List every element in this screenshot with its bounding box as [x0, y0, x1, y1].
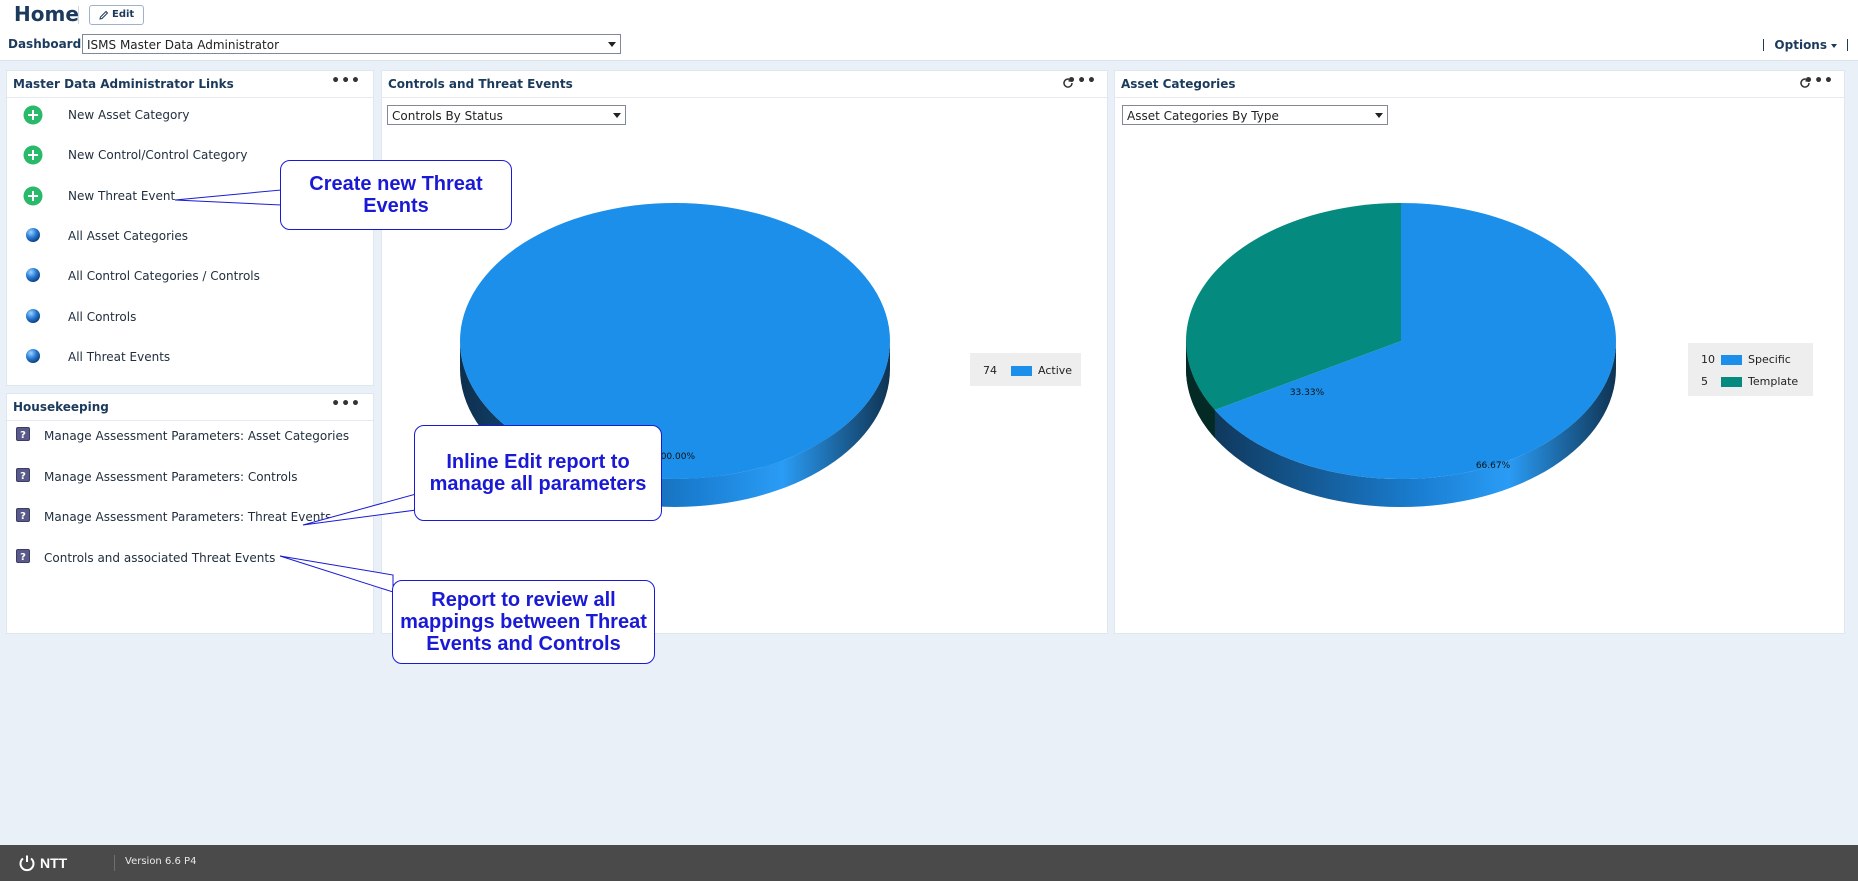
- top-bar: Home Edit Dashboard: ISMS Master Data Ad…: [0, 0, 1858, 61]
- assets-panel-menu-icon[interactable]: •••: [1804, 73, 1834, 89]
- links-panel-menu-icon[interactable]: •••: [331, 73, 361, 89]
- add-icon: [23, 186, 43, 206]
- controls-panel-menu-icon[interactable]: •••: [1067, 73, 1097, 89]
- footer-divider: [114, 855, 115, 871]
- options-menu[interactable]: Options: [1763, 38, 1848, 52]
- link-label[interactable]: New Threat Event: [68, 189, 175, 203]
- options-right-divider: [1847, 39, 1848, 51]
- controls-panel: Controls and Threat Events ••• Controls …: [381, 70, 1108, 634]
- report-icon: ?: [16, 467, 30, 482]
- options-button[interactable]: Options: [1774, 38, 1837, 52]
- report-label[interactable]: Manage Assessment Parameters: Threat Eve…: [44, 510, 331, 524]
- controls-legend: 74 Active: [970, 353, 1081, 386]
- dropdown-arrow-icon: [608, 42, 616, 47]
- link-all-threat-events[interactable]: All Threat Events: [7, 345, 373, 369]
- legend-swatch: [1721, 376, 1742, 387]
- links-panel-title: Master Data Administrator Links: [13, 77, 234, 91]
- report-label[interactable]: Manage Assessment Parameters: Controls: [44, 470, 297, 484]
- globe-icon: [26, 308, 40, 323]
- report-icon: ?: [16, 427, 30, 441]
- panel-divider: [7, 97, 373, 98]
- version-label: Version 6.6 P4: [125, 856, 197, 867]
- legend-label: Specific: [1748, 353, 1791, 366]
- link-label[interactable]: All Threat Events: [68, 350, 170, 364]
- brand-name: NTT: [40, 855, 68, 871]
- add-icon: [23, 105, 43, 125]
- legend-label: Template: [1748, 375, 1799, 388]
- panel-divider: [7, 420, 373, 421]
- title-divider: [78, 6, 79, 24]
- legend-count: 10: [1701, 353, 1715, 366]
- globe-icon: [26, 348, 40, 363]
- link-label[interactable]: New Asset Category: [68, 108, 189, 122]
- report-icon: ?: [16, 548, 30, 563]
- pie-percent-label: 66.67%: [1476, 461, 1511, 471]
- callout-create-threat: Create new Threat Events: [280, 160, 512, 230]
- report-label[interactable]: Manage Assessment Parameters: Asset Cate…: [44, 429, 349, 443]
- report-icon: ?: [16, 508, 30, 522]
- page-title: Home: [14, 2, 79, 26]
- globe-icon: [26, 227, 40, 242]
- add-icon: [23, 145, 43, 165]
- legend-swatch: [1011, 365, 1032, 376]
- svg-text:?: ?: [20, 511, 26, 522]
- panel-divider: [1115, 97, 1844, 98]
- legend-item-active: 74 Active: [983, 364, 1072, 377]
- legend-swatch: [1721, 354, 1742, 365]
- report-manage-assessment-parameters-threat-events[interactable]: ? Manage Assessment Parameters: Threat Ev…: [7, 508, 373, 528]
- callout-inline-edit: Inline Edit report to manage all paramet…: [414, 425, 662, 521]
- assets-pie: 33.33% 66.67%: [1186, 203, 1616, 507]
- report-controls-and-associated-threat-events[interactable]: ? Controls and associated Threat Events: [7, 548, 373, 569]
- svg-text:?: ?: [20, 430, 26, 441]
- housekeeping-panel: Housekeeping ••• ? Manage Assessment Para…: [6, 393, 374, 634]
- footer: NTT Version 6.6 P4: [0, 845, 1858, 881]
- assets-panel: Asset Categories ••• Asset Categories By…: [1114, 70, 1845, 634]
- edit-button[interactable]: Edit: [89, 5, 145, 25]
- link-all-controls[interactable]: All Controls: [7, 305, 373, 329]
- controls-panel-title: Controls and Threat Events: [388, 77, 573, 91]
- report-manage-assessment-parameters-asset-categories[interactable]: ? Manage Assessment Parameters: Asset Cat…: [7, 427, 373, 447]
- panel-divider: [382, 97, 1107, 98]
- legend-label: Active: [1038, 364, 1073, 377]
- link-new-asset-category[interactable]: New Asset Category: [7, 103, 373, 127]
- report-manage-assessment-parameters-controls[interactable]: ? Manage Assessment Parameters: Controls: [7, 467, 373, 488]
- callout-create-threat-text: Create new Threat Events: [309, 173, 483, 217]
- housekeeping-panel-menu-icon[interactable]: •••: [331, 396, 361, 412]
- legend-count: 5: [1701, 375, 1708, 388]
- legend-item-specific: 10 Specific: [1701, 353, 1791, 366]
- housekeeping-panel-title: Housekeeping: [13, 400, 109, 414]
- options-left-divider: [1763, 39, 1765, 51]
- assets-legend: 10 Specific 5 Template: [1688, 343, 1813, 396]
- link-all-control-categories-controls[interactable]: All Control Categories / Controls: [7, 264, 373, 288]
- ntt-logo: NTT: [18, 854, 67, 872]
- power-logo-icon: [19, 855, 35, 872]
- chevron-down-icon: [1831, 43, 1837, 48]
- globe-icon: [26, 268, 40, 283]
- options-label: Options: [1774, 38, 1827, 52]
- link-label[interactable]: All Control Categories / Controls: [68, 269, 260, 283]
- edit-button-label: Edit: [112, 9, 135, 20]
- legend-count: 74: [983, 364, 997, 377]
- dashboard-select-value: ISMS Master Data Administrator: [87, 38, 280, 52]
- pie-percent-label: 33.33%: [1290, 388, 1325, 398]
- link-label[interactable]: New Control/Control Category: [68, 148, 247, 162]
- legend-item-template: 5 Template: [1701, 375, 1798, 388]
- svg-text:?: ?: [20, 552, 26, 563]
- assets-panel-title: Asset Categories: [1121, 77, 1236, 91]
- pencil-icon: [99, 10, 109, 20]
- dashboard-select[interactable]: ISMS Master Data Administrator: [82, 34, 621, 54]
- report-label[interactable]: Controls and associated Threat Events: [44, 551, 275, 565]
- dashboard-label: Dashboard:: [8, 37, 86, 51]
- callout-review-mappings: Report to review all mappings between Th…: [392, 580, 655, 664]
- link-label[interactable]: All Asset Categories: [68, 229, 188, 243]
- callout-inline-edit-text: Inline Edit report to manage all paramet…: [429, 451, 647, 495]
- link-label[interactable]: All Controls: [68, 310, 136, 324]
- svg-text:?: ?: [20, 471, 26, 482]
- callout-review-mappings-text: Report to review all mappings between Th…: [400, 589, 647, 655]
